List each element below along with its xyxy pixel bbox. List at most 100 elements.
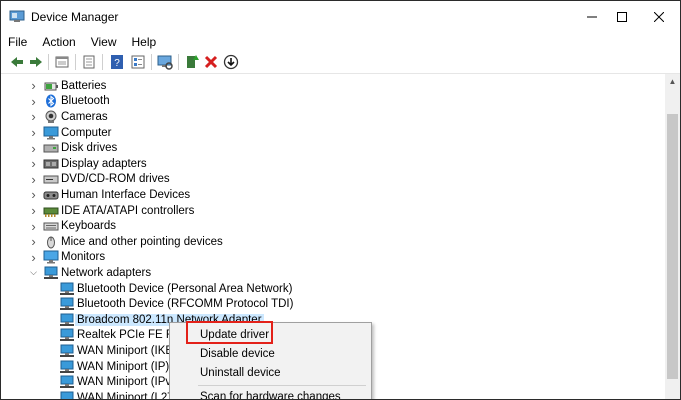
keyboard-icon: [43, 219, 59, 233]
uninstall-device-icon[interactable]: [203, 54, 219, 70]
mouse-icon: [43, 235, 59, 249]
tree-category-label: Mice and other pointing devices: [61, 235, 223, 248]
device-list-icon[interactable]: [130, 54, 146, 70]
context-uninstall-device[interactable]: Uninstall device: [170, 363, 371, 383]
disable-device-icon[interactable]: [223, 54, 239, 70]
title-bar: Device Manager: [1, 1, 680, 32]
tree-category-row[interactable]: › IDE ATA/ATAPI controllers: [1, 203, 665, 219]
tree-category-row[interactable]: › DVD/CD-ROM drives: [1, 172, 665, 188]
scrollbar-thumb[interactable]: [667, 114, 678, 379]
scroll-up-arrow-icon[interactable]: ▲: [665, 74, 680, 89]
tree-category-label: Computer: [61, 126, 112, 139]
toolbar-separator: [48, 54, 49, 70]
help-icon[interactable]: ?: [109, 54, 125, 70]
collapse-chevron-icon[interactable]: ⌵: [29, 267, 38, 277]
tree-category-label: Disk drives: [61, 142, 118, 155]
toolbar-separator: [75, 54, 76, 70]
battery-icon: [43, 79, 59, 93]
network-adapter-icon: [59, 297, 75, 311]
scan-hardware-icon[interactable]: [157, 54, 173, 70]
tree-category-label: DVD/CD-ROM drives: [61, 173, 170, 186]
tree-category-label: Batteries: [61, 79, 107, 92]
forward-arrow-icon[interactable]: [28, 54, 44, 70]
tree-category-row[interactable]: › Batteries: [1, 78, 665, 94]
network-adapter-icon: [43, 266, 59, 280]
tree-category-row[interactable]: › Bluetooth: [1, 94, 665, 110]
menu-action[interactable]: Action: [35, 35, 82, 49]
expand-chevron-icon[interactable]: ›: [29, 172, 38, 187]
update-driver-icon[interactable]: [184, 54, 200, 70]
toolbar: ?: [1, 51, 680, 74]
context-menu-separator: [198, 385, 366, 386]
vertical-scrollbar[interactable]: ▲: [665, 74, 680, 399]
expand-chevron-icon[interactable]: ›: [29, 250, 38, 265]
menu-view[interactable]: View: [84, 35, 124, 49]
network-adapter-label: WAN Miniport (IP): [77, 360, 170, 373]
properties-view-icon[interactable]: [54, 54, 70, 70]
expand-chevron-icon[interactable]: ›: [29, 203, 38, 218]
expand-chevron-icon[interactable]: ›: [29, 141, 38, 156]
window-title: Device Manager: [31, 10, 119, 24]
bluetooth-icon: [43, 94, 59, 108]
tree-category-row[interactable]: › Computer: [1, 125, 665, 141]
device-manager-window: Device Manager File Action View Help ? ›…: [0, 0, 681, 400]
expand-chevron-icon[interactable]: ›: [29, 78, 38, 93]
tree-category-row[interactable]: › Display adapters: [1, 156, 665, 172]
tree-category-label: Monitors: [61, 251, 106, 264]
expand-chevron-icon[interactable]: ›: [29, 125, 38, 140]
expand-chevron-icon[interactable]: ›: [29, 234, 38, 249]
ide-controller-icon: [43, 204, 59, 218]
tree-category-label: Cameras: [61, 110, 108, 123]
network-adapter-row[interactable]: Bluetooth Device (RFCOMM Protocol TDI): [1, 296, 665, 312]
tree-category-label: Human Interface Devices: [61, 188, 191, 201]
properties-icon[interactable]: [81, 54, 97, 70]
menu-help[interactable]: Help: [125, 35, 164, 49]
menu-file[interactable]: File: [1, 35, 34, 49]
network-adapter-label: WAN Miniport (IKEv: [77, 344, 179, 357]
network-adapter-icon: [59, 282, 75, 296]
context-scan-hardware[interactable]: Scan for hardware changes: [170, 387, 371, 399]
network-adapter-row[interactable]: Bluetooth Device (Personal Area Network): [1, 281, 665, 297]
tree-category-row[interactable]: ⌵ Network adapters: [1, 265, 665, 281]
computer-icon: [43, 126, 59, 140]
tree-category-row[interactable]: › Mice and other pointing devices: [1, 234, 665, 250]
display-adapter-icon: [43, 157, 59, 171]
disk-drive-icon: [43, 141, 59, 155]
expand-chevron-icon[interactable]: ›: [29, 187, 38, 202]
tree-category-row[interactable]: › Keyboards: [1, 218, 665, 234]
toolbar-separator: [102, 54, 103, 70]
tree-category-row[interactable]: › Monitors: [1, 250, 665, 266]
network-adapter-label: Bluetooth Device (RFCOMM Protocol TDI): [77, 298, 294, 311]
network-adapter-icon: [59, 391, 75, 399]
tree-category-row[interactable]: › Human Interface Devices: [1, 187, 665, 203]
camera-icon: [43, 110, 59, 124]
expand-chevron-icon[interactable]: ›: [29, 219, 38, 234]
back-arrow-icon[interactable]: [9, 54, 25, 70]
network-adapter-label: WAN Miniport (L2TP: [77, 391, 183, 399]
close-button[interactable]: [636, 1, 680, 32]
tree-category-label: Display adapters: [61, 157, 147, 170]
expand-chevron-icon[interactable]: ›: [29, 109, 38, 124]
expand-chevron-icon[interactable]: ›: [29, 156, 38, 171]
network-adapter-label: WAN Miniport (IPv6: [77, 376, 178, 389]
device-manager-app-icon: [9, 10, 25, 23]
network-adapter-icon: [59, 328, 75, 342]
menu-bar: File Action View Help: [1, 32, 680, 51]
hid-icon: [43, 188, 59, 202]
toolbar-separator: [178, 54, 179, 70]
tree-category-label: Keyboards: [61, 220, 116, 233]
expand-chevron-icon[interactable]: ›: [29, 94, 38, 109]
context-disable-device[interactable]: Disable device: [170, 344, 371, 364]
tree-category-row[interactable]: › Cameras: [1, 109, 665, 125]
tree-category-row[interactable]: › Disk drives: [1, 140, 665, 156]
network-adapter-icon: [59, 313, 75, 327]
tree-category-label: Network adapters: [61, 266, 152, 279]
tree-category-label: Bluetooth: [61, 95, 110, 108]
svg-text:?: ?: [114, 58, 120, 69]
network-adapter-icon: [59, 360, 75, 374]
network-adapter-icon: [59, 344, 75, 358]
network-adapter-icon: [59, 375, 75, 389]
toolbar-separator: [151, 54, 152, 70]
tree-category-label: IDE ATA/ATAPI controllers: [61, 204, 195, 217]
dvd-drive-icon: [43, 172, 59, 186]
